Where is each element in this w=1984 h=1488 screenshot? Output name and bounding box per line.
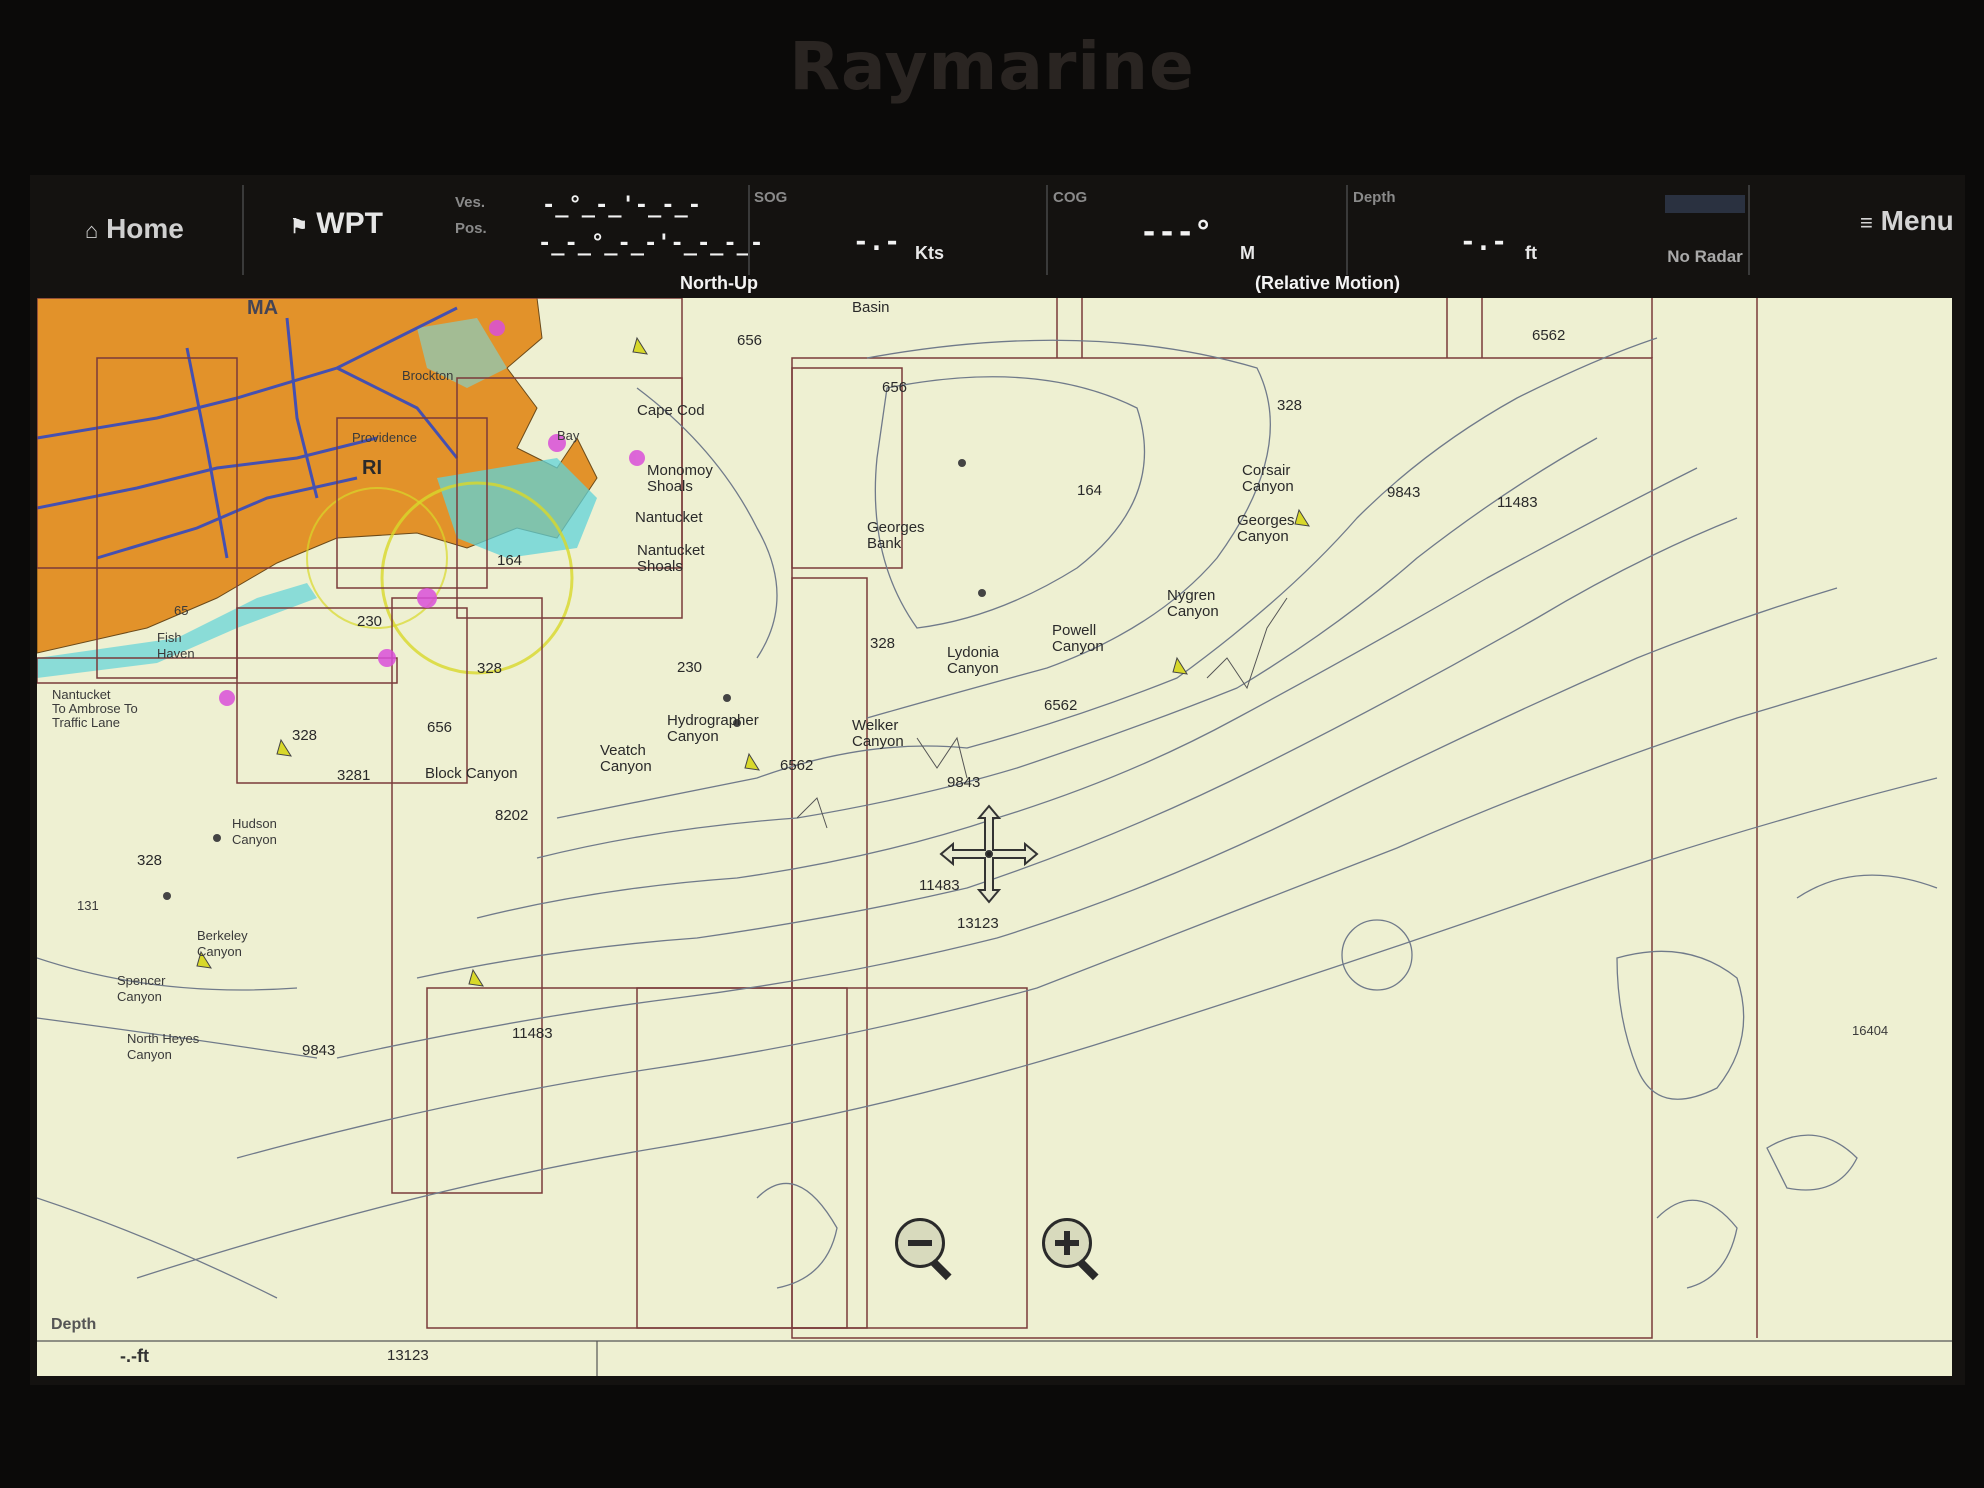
radar-status[interactable]: No Radar <box>1655 185 1745 273</box>
depth-sounding: 328 <box>477 660 503 677</box>
orientation-mode[interactable]: North-Up <box>680 273 758 294</box>
depth-sounding: 8202 <box>495 807 529 824</box>
divider <box>1346 185 1348 275</box>
depth-databox[interactable]: Depth -.-ft <box>45 1316 185 1376</box>
place-label: Fish Haven <box>157 630 195 661</box>
wpt-button[interactable]: ⚑ WPT <box>290 207 383 241</box>
home-button[interactable]: ⌂ Home <box>85 213 184 245</box>
data-bar: ⌂ Home ⚑ WPT Ves. Pos. -_°_-_'-_-_- -_-_… <box>30 175 1965 305</box>
depth-sounding: 6562 <box>1532 327 1566 344</box>
zoom-in-button[interactable] <box>1042 1218 1099 1281</box>
depth-sounding: 13123 <box>387 1347 429 1364</box>
divider <box>1748 185 1750 275</box>
depth-sounding: 328 <box>292 727 318 744</box>
depth-sounding: 131 <box>77 898 99 913</box>
depth-databox-value: -.-ft <box>120 1346 149 1366</box>
place-label: North Heyes Canyon <box>127 1031 200 1062</box>
canyon-lines <box>796 597 1288 829</box>
place-label: Berkeley Canyon <box>197 928 248 959</box>
place-label: Welker Canyon <box>852 717 904 750</box>
depth-sounding: 230 <box>357 613 383 630</box>
place-label: Nantucket Shoals <box>637 542 705 575</box>
depth-unit: ft <box>1525 243 1537 263</box>
place-label: Nantucket To Ambrose To Traffic Lane <box>52 687 138 730</box>
depth-sounding: 656 <box>737 332 763 349</box>
menu-button[interactable]: ≡ Menu <box>1860 205 1954 237</box>
depth-sounding: 656 <box>427 719 453 736</box>
place-label: Spencer Canyon <box>117 973 166 1004</box>
depth-sounding: 9843 <box>302 1042 336 1059</box>
no-radar-label: No Radar <box>1667 247 1743 266</box>
place-label: Hydrographer Canyon <box>667 712 759 745</box>
cog-unit: M <box>1240 243 1255 263</box>
divider <box>1046 185 1048 275</box>
place-label: Providence <box>352 430 418 445</box>
depth-sounding: 328 <box>137 852 163 869</box>
depth-sounding: 656 <box>882 379 908 396</box>
radar-icon <box>1665 195 1745 213</box>
place-label: Basin <box>852 299 890 316</box>
depth-sounding: 6562 <box>780 757 814 774</box>
place-label: Veatch Canyon <box>600 742 652 775</box>
depth-sounding: 230 <box>677 659 703 676</box>
place-label: Block Canyon <box>425 765 518 782</box>
place-label: Brockton <box>402 368 454 383</box>
place-label: Hudson Canyon <box>232 816 277 847</box>
wpt-label: WPT <box>316 207 383 240</box>
position-latitude: -_°_-_'-_-_- <box>542 193 701 218</box>
sog-label: SOG <box>754 189 788 206</box>
place-label: Corsair Canyon <box>1242 462 1294 495</box>
vessel-position-label: Ves. Pos. <box>455 194 487 237</box>
place-label: Lydonia Canyon <box>947 644 999 677</box>
depth-sounding: 164 <box>497 552 523 569</box>
home-icon: ⌂ <box>85 218 99 243</box>
depth-sounding: 13123 <box>957 915 999 932</box>
zoom-out-button[interactable] <box>895 1218 952 1281</box>
place-label: MA <box>247 298 279 319</box>
depth-sounding: 11483 <box>919 877 960 894</box>
sog-value: -.- <box>853 227 900 257</box>
place-label: Monomoy Shoals <box>647 462 713 495</box>
place-label: Bay <box>557 428 580 443</box>
depth-sounding: 164 <box>1077 482 1103 499</box>
place-label: Cape Cod <box>637 402 705 419</box>
cog-label: COG <box>1053 189 1088 206</box>
depth-value: -.- <box>1460 227 1507 257</box>
sog-unit: Kts <box>915 243 945 263</box>
chartplotter-screen: ⌂ Home ⚑ WPT Ves. Pos. -_°_-_'-_-_- -_-_… <box>30 175 1965 1385</box>
depth-sounding: 65 <box>174 603 189 618</box>
depth-sounding: 9843 <box>947 774 981 791</box>
divider <box>748 185 750 275</box>
minus-icon <box>908 1240 932 1246</box>
depth-sounding: 3281 <box>337 767 371 784</box>
depth-sounding: 16404 <box>1852 1023 1889 1038</box>
depth-sounding: 11483 <box>512 1025 553 1042</box>
depth-sounding: 9843 <box>1387 484 1421 501</box>
place-label: RI <box>362 457 382 479</box>
menu-label: Menu <box>1880 205 1954 236</box>
place-label: Nygren Canyon <box>1167 587 1219 620</box>
menu-list-icon: ≡ <box>1860 210 1873 235</box>
place-label: Nantucket <box>635 509 703 526</box>
depth-sounding: 328 <box>1277 397 1303 414</box>
depth-sounding: 11483 <box>1497 494 1538 511</box>
chart-map[interactable]: 25nm <box>37 298 1952 1376</box>
depth-databox-label: Depth <box>51 1316 97 1333</box>
place-label: Powell Canyon <box>1052 622 1104 655</box>
position-longitude: -_-_°_-_-'-_-_-_- <box>538 231 764 256</box>
cog-value: ---° <box>1140 215 1213 250</box>
plus-icon-vertical <box>1064 1231 1070 1255</box>
motion-mode[interactable]: (Relative Motion) <box>1255 273 1400 294</box>
depth-label: Depth <box>1353 189 1396 206</box>
chart-graphics <box>37 298 1952 1376</box>
waypoint-flag-icon: ⚑ <box>290 216 308 238</box>
brand-logo: Raymarine <box>789 28 1195 105</box>
divider <box>242 185 244 275</box>
place-label: Georges Bank <box>867 519 925 552</box>
place-label: Georges Canyon <box>1237 512 1295 545</box>
home-label: Home <box>106 213 184 244</box>
depth-sounding: 328 <box>870 635 896 652</box>
depth-sounding: 6562 <box>1044 697 1078 714</box>
